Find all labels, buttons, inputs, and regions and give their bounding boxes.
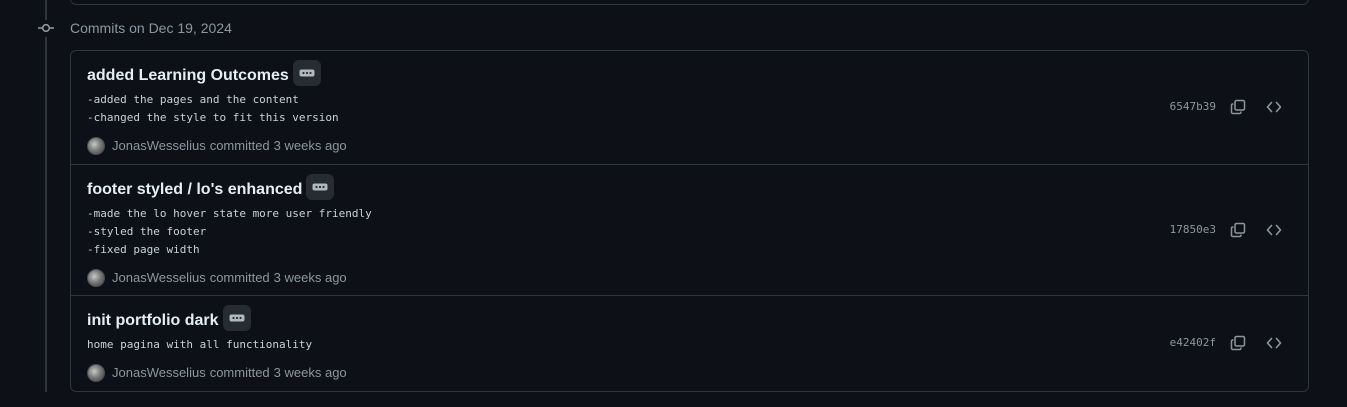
commit-message: -made the lo hover state more user frien… (87, 205, 372, 259)
commit-title-line: init portfolio dark (87, 305, 251, 331)
avatar[interactable] (87, 137, 105, 155)
ellipsis-icon (229, 314, 245, 322)
commit-author-line: JonasWesselius committed 3 weeks ago (87, 269, 347, 287)
commit-time: 3 weeks ago (273, 270, 347, 285)
code-icon (1266, 224, 1282, 236)
commit-time: 3 weeks ago (273, 138, 347, 153)
commit-title-link[interactable]: init portfolio dark (87, 311, 219, 331)
commit-row: init portfolio dark home pagina with all… (71, 296, 1308, 391)
commit-action: committed (209, 365, 270, 380)
previous-commit-group-box (70, 0, 1309, 5)
author-link[interactable]: JonasWesselius (112, 270, 206, 286)
commit-group-date: Commits on Dec 19, 2024 (70, 20, 232, 36)
browse-repo-button[interactable] (1262, 331, 1286, 355)
code-icon (1266, 337, 1282, 349)
copy-sha-button[interactable] (1226, 218, 1250, 242)
copy-icon (1230, 335, 1246, 351)
commit-row: added Learning Outcomes -added the pages… (71, 51, 1308, 165)
code-icon (1266, 101, 1282, 113)
browse-repo-button[interactable] (1262, 95, 1286, 119)
commit-list: added Learning Outcomes -added the pages… (70, 50, 1309, 392)
commit-time: 3 weeks ago (273, 365, 347, 380)
commit-message-line: -made the lo hover state more user frien… (87, 207, 372, 220)
commit-title-line: added Learning Outcomes (87, 60, 321, 86)
git-commit-icon (38, 23, 54, 33)
commit-message-line: -added the pages and the content (87, 93, 299, 106)
commit-action: committed (209, 270, 270, 285)
expand-message-button[interactable] (306, 174, 335, 200)
commit-title-line: footer styled / lo's enhanced (87, 174, 335, 200)
commit-sha-link[interactable]: e42402f (1170, 335, 1216, 351)
commit-action: committed (209, 138, 270, 153)
commit-message: -added the pages and the content -changed… (87, 91, 339, 127)
expand-message-button[interactable] (292, 60, 321, 86)
expand-message-button[interactable] (222, 305, 251, 331)
author-link[interactable]: JonasWesselius (112, 365, 206, 381)
commit-message-line: -changed the style to fit this version (87, 111, 339, 124)
commit-sha-link[interactable]: 17850e3 (1170, 222, 1216, 238)
browse-repo-button[interactable] (1262, 218, 1286, 242)
ellipsis-icon (299, 69, 315, 77)
commit-author-line: JonasWesselius committed 3 weeks ago (87, 137, 347, 155)
timeline-line (45, 0, 47, 20)
commit-author-line: JonasWesselius committed 3 weeks ago (87, 364, 347, 382)
commit-message-line: -styled the footer (87, 225, 207, 238)
author-link[interactable]: JonasWesselius (112, 138, 206, 154)
avatar[interactable] (87, 364, 105, 382)
commit-title-link[interactable]: footer styled / lo's enhanced (87, 180, 302, 200)
copy-icon (1230, 222, 1246, 238)
commits-page: Commits on Dec 19, 2024 added Learning O… (0, 0, 1347, 407)
commit-title-link[interactable]: added Learning Outcomes (87, 66, 289, 86)
commit-message-line: home pagina with all functionality (87, 338, 313, 351)
commit-sha-link[interactable]: 6547b39 (1170, 99, 1216, 115)
copy-icon (1230, 99, 1246, 115)
commit-message-line: -fixed page width (87, 243, 200, 256)
ellipsis-icon (312, 183, 328, 191)
copy-sha-button[interactable] (1226, 95, 1250, 119)
commit-message: home pagina with all functionality (87, 336, 312, 354)
copy-sha-button[interactable] (1226, 331, 1250, 355)
timeline-line (45, 37, 47, 392)
avatar[interactable] (87, 269, 105, 287)
commit-row: footer styled / lo's enhanced -made the … (71, 165, 1308, 296)
